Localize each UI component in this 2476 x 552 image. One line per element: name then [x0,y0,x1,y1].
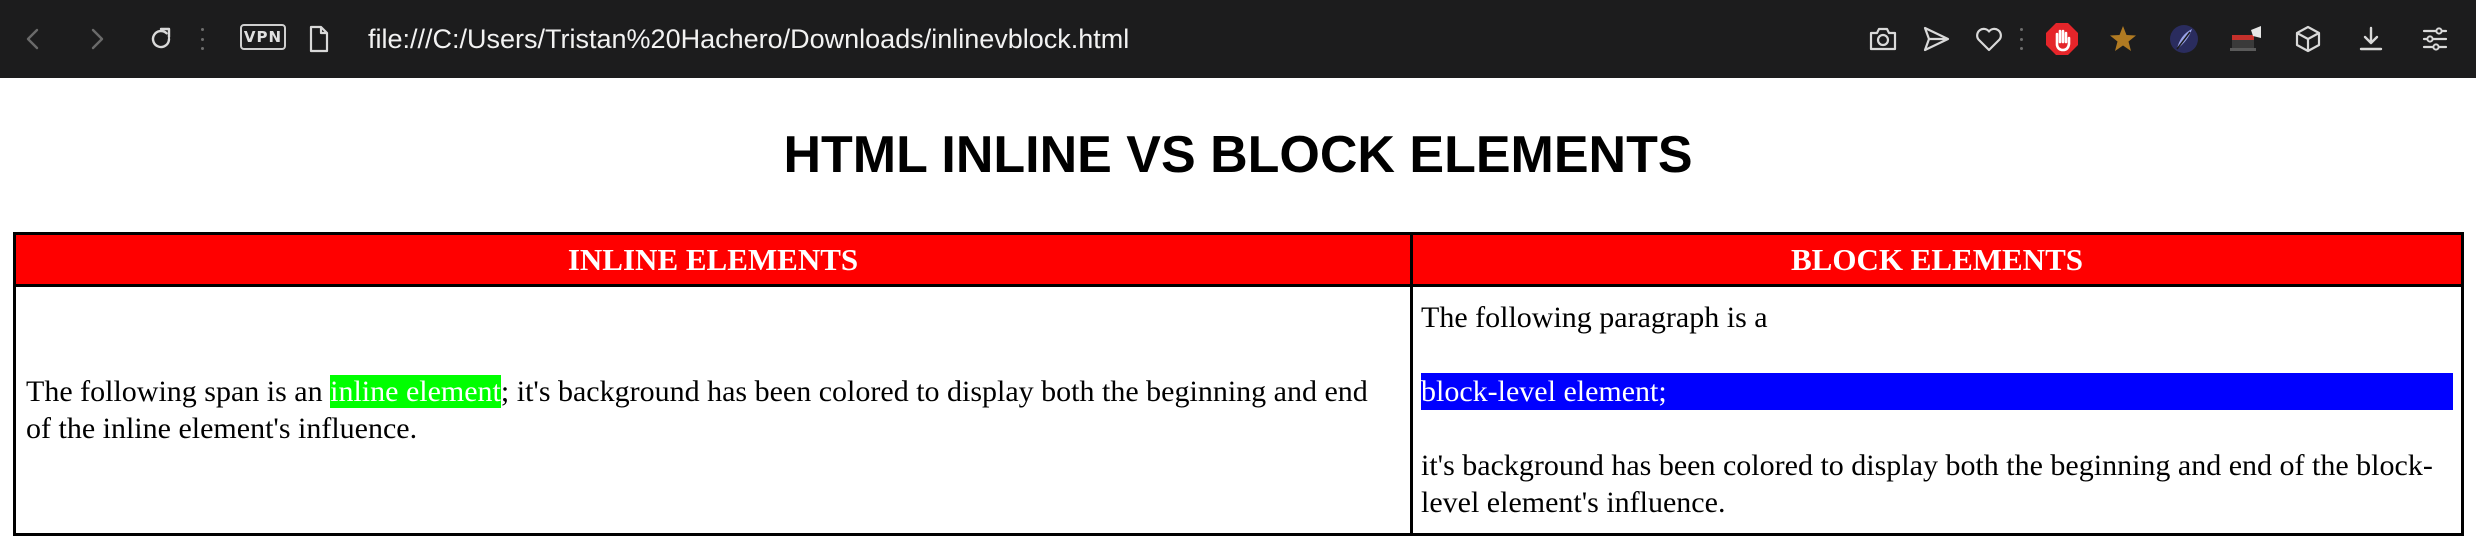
forward-arrow-icon[interactable] [76,18,118,60]
table-header-row: INLINE ELEMENTS BLOCK ELEMENTS [13,232,2464,287]
block-level-element-paragraph: block-level element; [1421,373,2453,410]
browser-toolbar: VPN file:///C:/Users/Tristan%20Hachero/D… [0,0,2476,78]
page-content: HTML INLINE VS BLOCK ELEMENTS INLINE ELE… [0,78,2476,552]
comparison-table: INLINE ELEMENTS BLOCK ELEMENTS The follo… [13,232,2464,536]
back-arrow-icon[interactable] [12,18,54,60]
page-icon[interactable] [298,18,340,60]
block-paragraph-intro: The following paragraph is a [1421,301,1768,334]
toolbar-separator [2019,28,2023,50]
adblock-icon[interactable] [2041,18,2083,60]
page-title: HTML INLINE VS BLOCK ELEMENTS [783,126,1693,184]
download-icon[interactable] [2350,18,2392,60]
table-row: The following span is an inline element;… [13,284,2464,536]
vpn-label: VPN [243,28,283,46]
extension-icon[interactable] [2225,18,2267,60]
inline-text-before: The following span is an [26,375,331,408]
address-bar-url[interactable]: file:///C:/Users/Tristan%20Hachero/Downl… [368,20,1129,58]
toolbar-separator [200,28,204,50]
block-paragraph-explanation: it's background has been colored to disp… [1421,449,2433,519]
camera-icon[interactable] [1862,18,1904,60]
reload-icon[interactable] [140,18,182,60]
block-example-cell: The following paragraph is a block-level… [1410,284,2464,536]
cube-icon[interactable] [2287,18,2329,60]
inline-element-span: inline element [330,375,501,408]
heart-icon[interactable] [1968,18,2010,60]
header-block-elements: BLOCK ELEMENTS [1410,232,2464,287]
star-icon[interactable] [2102,18,2144,60]
header-inline-elements: INLINE ELEMENTS [13,232,1413,287]
inline-example-cell: The following span is an inline element;… [13,284,1413,536]
vpn-badge[interactable]: VPN [240,24,286,50]
feather-icon[interactable] [2163,18,2205,60]
send-icon[interactable] [1915,18,1957,60]
menu-icon[interactable] [2414,18,2456,60]
